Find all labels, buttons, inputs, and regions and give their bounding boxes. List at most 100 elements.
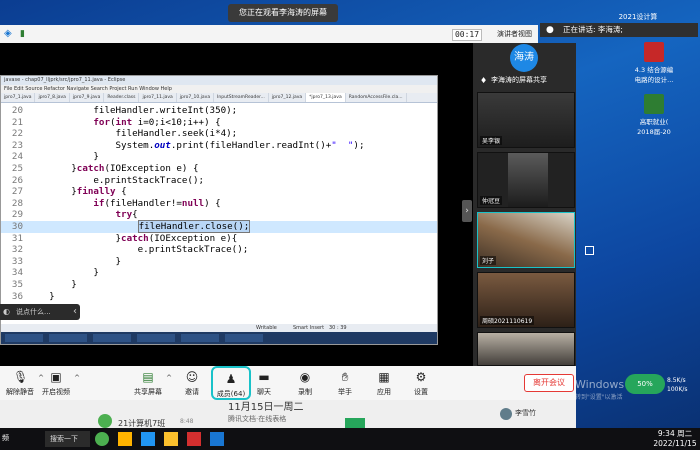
microphone-icon: ● <box>546 25 554 35</box>
code-line[interactable]: 35 } <box>1 279 437 291</box>
hand-icon: ✋︎ <box>341 370 349 384</box>
speaking-indicator: ● 正在讲话: 李海涛; <box>540 23 698 37</box>
app-icon[interactable] <box>187 432 201 446</box>
code-line[interactable]: 27 }finally { <box>1 186 437 198</box>
shield-icon[interactable]: ◈ <box>4 28 16 40</box>
collapse-chevron-icon[interactable]: ‹ <box>68 304 82 320</box>
code-line[interactable]: 34 } <box>1 267 437 279</box>
line-number: 26 <box>11 174 23 186</box>
line-number: 35 <box>11 279 23 290</box>
editor-tab[interactable]: InputStreamReader... <box>214 93 269 102</box>
app-icon[interactable] <box>210 432 224 446</box>
background-app-strip: 11月15日一周二 腾讯文档·在线表格 21计算机7班 8:48 李雪竹 <box>0 400 576 430</box>
record-button[interactable]: ◉ 录制 <box>285 366 325 400</box>
code-line[interactable]: 28 if(fileHandler!=null) { <box>1 198 437 210</box>
raise-hand-button[interactable]: ✋︎ 举手 <box>325 366 365 400</box>
network-monitor-badge[interactable]: 50% <box>625 374 665 394</box>
chat-button[interactable]: ▬ 聊天 <box>244 366 284 400</box>
code-line[interactable]: 22 fileHandler.seek(i*4); <box>1 128 437 140</box>
app-icon[interactable] <box>95 432 109 446</box>
editor-tab[interactable]: jpro7_12.java <box>269 93 307 102</box>
eclipse-editor-tabs: jpro7_1.java jpro7_8.java jpro7_9.java R… <box>1 93 437 103</box>
participant-tile[interactable] <box>477 332 575 366</box>
participant-tile[interactable]: 周硕2021110619 <box>477 272 575 328</box>
participant-name: 吴李银 <box>480 136 503 145</box>
start-video-button[interactable]: ▣ 开启视频 ^ <box>36 366 80 400</box>
code-line[interactable]: 30 fileHandler.close(); <box>1 220 437 233</box>
taskbar-search[interactable]: 搜索一下 <box>45 431 90 447</box>
line-number: 29 <box>11 209 23 221</box>
desktop-icon-employment[interactable]: 高职就业( 2018届-20 <box>624 94 684 136</box>
share-screen-icon: ▤ <box>142 370 154 384</box>
popout-icon[interactable] <box>585 246 594 255</box>
participant-tile-speaking[interactable]: 刘子 <box>477 212 575 268</box>
code-line[interactable]: 31 }catch(IOException e){ <box>1 233 437 245</box>
invite-button[interactable]: ☺ 邀请 <box>172 366 212 400</box>
windows-taskbar: 频 <box>0 428 700 450</box>
system-clock[interactable]: 9:34 周二 2022/11/15 <box>650 429 700 449</box>
code-line[interactable]: 21 for(int i=0;i<10;i++) { <box>1 117 437 129</box>
leave-meeting-button[interactable]: 离开会议 <box>524 374 574 392</box>
settings-button[interactable]: ⚙ 设置 <box>401 366 441 400</box>
editor-tab[interactable]: jpro7_10.java <box>177 93 215 102</box>
apps-button[interactable]: ▦ 应用 <box>364 366 404 400</box>
line-number: 20 <box>11 105 23 116</box>
remote-taskbar <box>1 332 437 344</box>
gear-icon: ⚙ <box>415 370 427 384</box>
participant-name: 仲冠豆 <box>480 196 503 205</box>
editor-tab[interactable]: jpro7_9.java <box>70 93 105 102</box>
apps-grid-icon: ▦ <box>378 370 390 384</box>
app-icon[interactable] <box>164 432 178 446</box>
line-number: 27 <box>11 186 23 198</box>
host-avatar: 海涛 <box>510 44 538 72</box>
network-speed: 8.5K/s 100K/s <box>667 377 688 393</box>
remote-taskbar-item <box>93 334 131 342</box>
code-line[interactable]: 26 e.printStackTrace(); <box>1 175 437 187</box>
editor-tab[interactable]: Reader.class <box>104 93 140 102</box>
remote-taskbar-item <box>137 334 175 342</box>
signal-icon[interactable]: ▮ <box>20 28 32 40</box>
eclipse-title-bar: javase - chap07_lljprk/src/jpro7_11.java… <box>1 76 437 85</box>
line-number: 22 <box>11 128 23 140</box>
line-number: 32 <box>11 244 23 256</box>
line-number: 25 <box>11 163 23 174</box>
code-line[interactable]: 25 }catch(IOException e) { <box>1 163 437 175</box>
remote-taskbar-item <box>5 334 43 342</box>
code-line[interactable]: 23 System.out.print(fileHandler.readInt(… <box>1 140 437 152</box>
chat-bubble-icon: ◐ <box>3 307 10 316</box>
share-screen-button[interactable]: ▤ 共享屏幕 ^ <box>128 366 172 400</box>
line-number: 31 <box>11 232 23 244</box>
remote-taskbar-item <box>225 334 263 342</box>
code-editor[interactable]: 20 fileHandler.writeInt(350); 21 for(int … <box>1 104 437 324</box>
editor-tab[interactable]: RandomAccessFile.cla... <box>346 93 407 102</box>
code-line[interactable]: 24 } <box>1 151 437 163</box>
editor-tab[interactable]: jpro7_1.java <box>1 93 36 102</box>
meeting-timer: 00:17 <box>452 29 482 41</box>
microphone-muted-icon: 🎙︎ <box>13 370 29 384</box>
status-insert-mode: Smart Insert <box>293 325 325 331</box>
presenter-view-button[interactable]: 演讲者视图 <box>497 27 539 41</box>
host-share-label: ♦ 李海涛的屏幕共享 <box>480 76 547 85</box>
folder-icon[interactable] <box>118 432 132 446</box>
line-number: 34 <box>11 267 23 279</box>
participant-name: 周硕2021110619 <box>480 316 535 325</box>
taskbar-left-label: 频 <box>2 434 9 442</box>
unmute-button[interactable]: 🎙︎ 解除静音 ^ <box>0 366 44 400</box>
chevron-up-icon[interactable]: ^ <box>74 374 80 382</box>
participant-tile[interactable]: 吴李银 <box>477 92 575 148</box>
browser-icon[interactable] <box>141 432 155 446</box>
editor-tab[interactable]: jpro7_11.java <box>139 93 177 102</box>
video-feed <box>508 153 548 207</box>
desktop-icon-circuit[interactable]: 4.3 结合源编 电路的设计... <box>624 42 684 84</box>
panel-collapse-handle[interactable]: › <box>462 200 472 222</box>
editor-tab[interactable]: jpro7_8.java <box>35 93 70 102</box>
line-number: 28 <box>11 197 23 209</box>
doc-subtitle: 腾讯文档·在线表格 <box>228 415 287 423</box>
editor-tab-active[interactable]: *jpro7_13.java <box>306 93 346 102</box>
code-line[interactable]: 36 } <box>1 291 437 303</box>
code-line[interactable]: 33 } <box>1 256 437 268</box>
code-line[interactable]: 32 e.printStackTrace(); <box>1 244 437 256</box>
code-line[interactable]: 20 fileHandler.writeInt(350); <box>1 105 437 117</box>
status-writable: Writable <box>256 325 277 331</box>
participant-tile[interactable]: 仲冠豆 <box>477 152 575 208</box>
